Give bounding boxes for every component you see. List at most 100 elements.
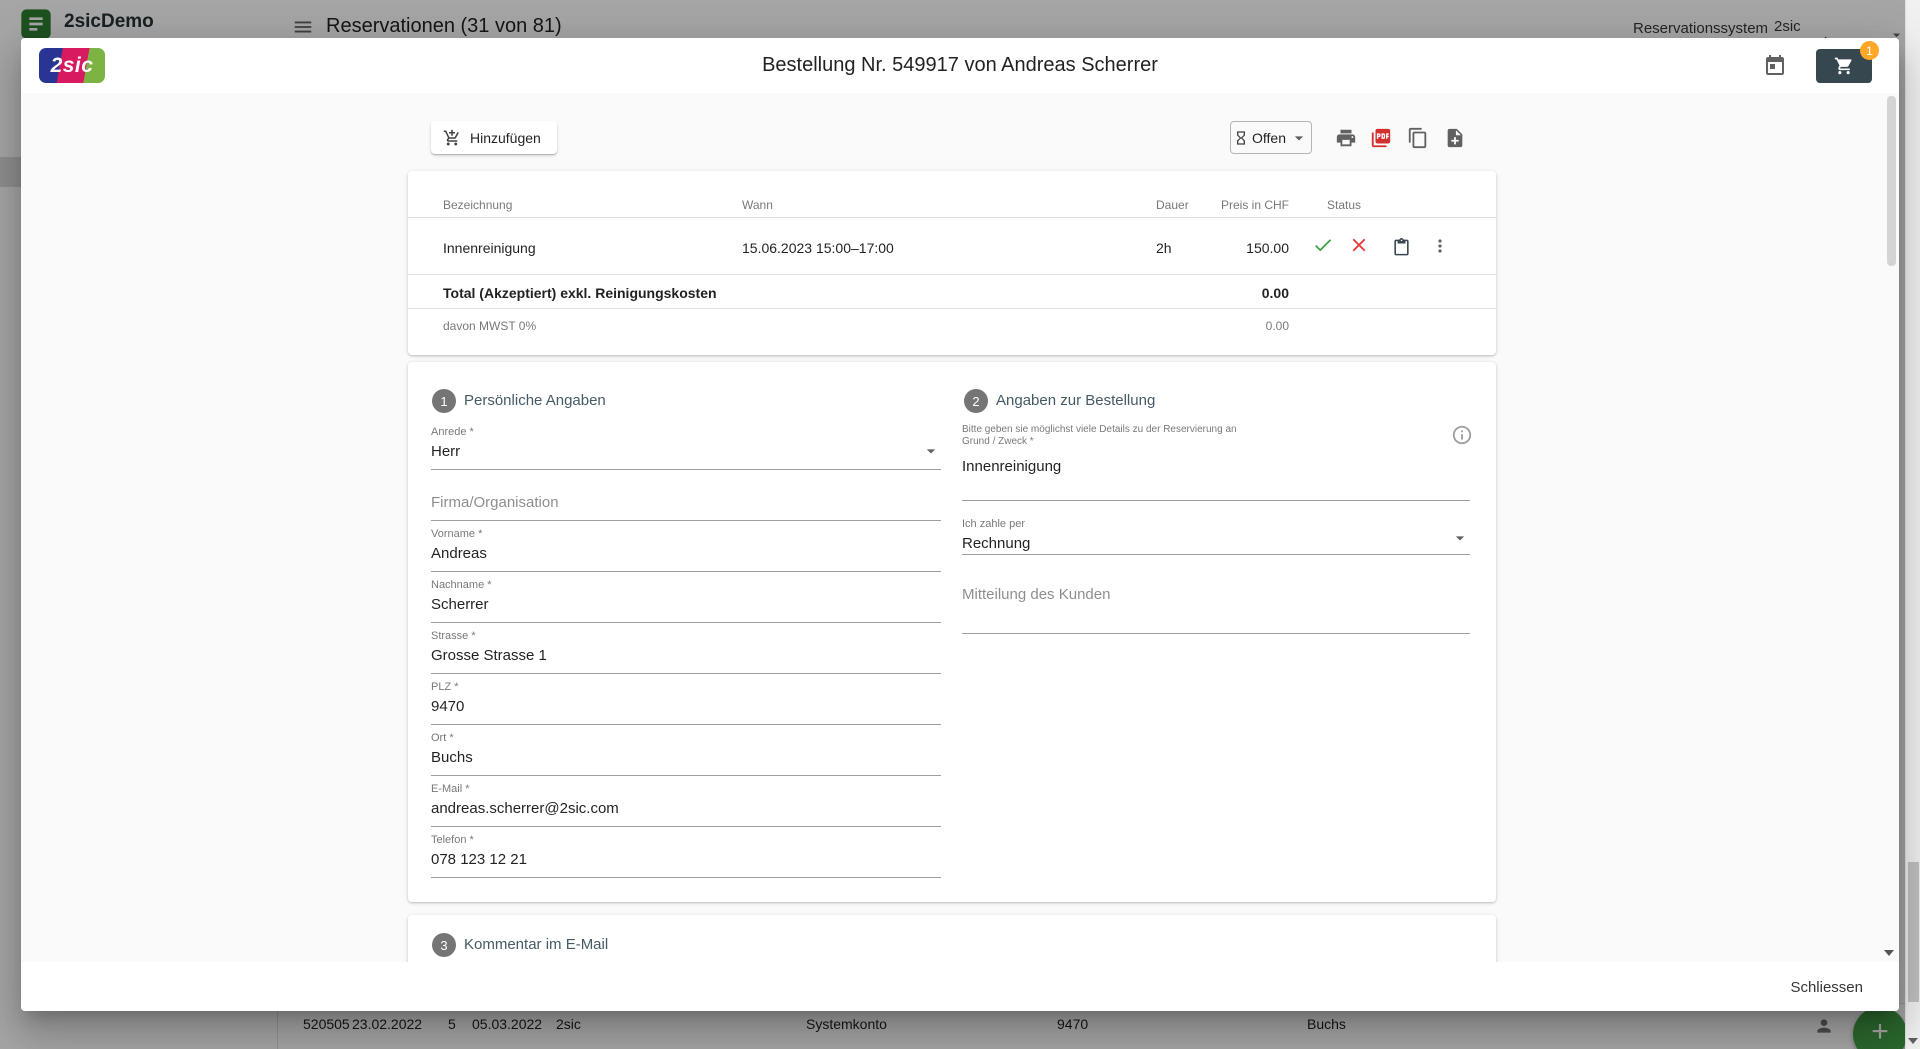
plz-field[interactable]: PLZ * 9470 xyxy=(431,681,941,725)
customer-message-field[interactable]: Mitteilung des Kunden xyxy=(962,586,1110,603)
pdf-icon[interactable] xyxy=(1370,127,1392,149)
section-1-title: Persönliche Angaben xyxy=(464,392,606,409)
col-header-dauer: Dauer xyxy=(1156,198,1189,212)
field-label: Ort * xyxy=(431,732,941,745)
reason-label: Bitte geben sie möglichst viele Details … xyxy=(962,424,1237,448)
2sic-logo: 2sic xyxy=(39,48,105,83)
telefon-field[interactable]: Telefon * 078 123 12 21 xyxy=(431,834,941,878)
calendar-icon[interactable] xyxy=(1763,54,1787,78)
field-underline xyxy=(431,877,941,878)
field-underline xyxy=(431,724,941,725)
field-value: Herr xyxy=(431,443,941,460)
field-label: Vorname * xyxy=(431,528,941,541)
cart-badge: 1 xyxy=(1860,41,1879,60)
field-value: Andreas xyxy=(431,545,941,562)
print-icon[interactable] xyxy=(1335,127,1357,149)
dialog-title: Bestellung Nr. 549917 von Andreas Scherr… xyxy=(21,38,1899,93)
field-value: 078 123 12 21 xyxy=(431,851,941,868)
more-vert-icon[interactable] xyxy=(1430,234,1454,258)
section-2-badge: 2 xyxy=(964,389,988,413)
field-value: Rechnung xyxy=(962,535,1470,552)
chevron-down-icon[interactable] xyxy=(1450,528,1470,548)
firma-field[interactable]: Firma/Organisation xyxy=(431,477,941,521)
dialog-scrollbar-thumb[interactable] xyxy=(1887,96,1896,266)
field-underline xyxy=(431,520,941,521)
add-item-label: Hinzufügen xyxy=(470,130,541,146)
field-underline xyxy=(962,633,1470,634)
page-scrollbar-thumb[interactable] xyxy=(1908,862,1919,1002)
cart-icon xyxy=(1834,56,1854,76)
field-underline xyxy=(431,673,941,674)
field-label: Nachname * xyxy=(431,579,941,592)
cart-button[interactable]: 1 xyxy=(1816,49,1872,83)
copy-icon[interactable] xyxy=(1407,127,1429,149)
field-placeholder: Firma/Organisation xyxy=(431,494,941,511)
field-value: 9470 xyxy=(431,698,941,715)
field-label: PLZ * xyxy=(431,681,941,694)
field-value: Scherrer xyxy=(431,596,941,613)
vorname-field[interactable]: Vorname * Andreas xyxy=(431,528,941,572)
anrede-field[interactable]: Anrede * Herr xyxy=(431,426,941,470)
field-label: E-Mail * xyxy=(431,783,941,796)
email-field[interactable]: E-Mail * andreas.scherrer@2sic.com xyxy=(431,783,941,827)
field-underline xyxy=(431,826,941,827)
divider xyxy=(408,308,1496,309)
field-label: Telefon * xyxy=(431,834,941,847)
note-add-icon[interactable] xyxy=(1444,127,1466,149)
status-dropdown[interactable]: Offen xyxy=(1230,121,1312,154)
chevron-down-icon xyxy=(1289,128,1309,148)
section-2-title: Angaben zur Bestellung xyxy=(996,392,1155,409)
vat-value: 0.00 xyxy=(1266,319,1289,333)
field-value: Buchs xyxy=(431,749,941,766)
cell-dauer: 2h xyxy=(1156,240,1172,256)
page-scrollbar[interactable] xyxy=(1905,0,1920,1049)
field-underline xyxy=(431,775,941,776)
reject-close-icon[interactable] xyxy=(1348,233,1372,257)
cell-bezeichnung: Innenreinigung xyxy=(443,240,536,256)
total-label: Total (Akzeptiert) exkl. Reinigungskoste… xyxy=(443,285,717,301)
col-header-preis: Preis in CHF xyxy=(1221,198,1289,212)
order-items-card: Bezeichnung Wann Dauer Preis in CHF Stat… xyxy=(408,171,1496,355)
dialog-content: Hinzufügen Offen Bezeichnung W xyxy=(21,93,1899,962)
chevron-down-icon[interactable] xyxy=(921,441,941,461)
field-value: Grosse Strasse 1 xyxy=(431,647,941,664)
field-underline xyxy=(431,622,941,623)
field-label: Strasse * xyxy=(431,630,941,643)
nachname-field[interactable]: Nachname * Scherrer xyxy=(431,579,941,623)
field-underline xyxy=(962,554,1470,555)
col-header-status: Status xyxy=(1327,198,1361,212)
col-header-wann: Wann xyxy=(742,198,773,212)
clipboard-icon[interactable] xyxy=(1392,235,1416,259)
col-header-bezeichnung: Bezeichnung xyxy=(443,198,512,212)
section-3-title: Kommentar im E-Mail xyxy=(464,936,608,953)
info-icon[interactable] xyxy=(1451,424,1473,446)
field-underline xyxy=(962,500,1470,501)
hourglass-icon xyxy=(1233,130,1249,146)
field-underline xyxy=(431,571,941,572)
cell-preis: 150.00 xyxy=(1246,240,1289,256)
cell-wann: 15.06.2023 15:00–17:00 xyxy=(742,240,894,256)
close-button[interactable]: Schliessen xyxy=(1776,970,1877,1004)
strasse-field[interactable]: Strasse * Grosse Strasse 1 xyxy=(431,630,941,674)
reason-field[interactable]: Innenreinigung xyxy=(962,458,1061,475)
field-label: Anrede * xyxy=(431,426,941,439)
total-value: 0.00 xyxy=(1262,285,1289,301)
divider xyxy=(408,274,1496,275)
add-item-button[interactable]: Hinzufügen xyxy=(431,121,557,154)
comment-section-card: 3 Kommentar im E-Mail xyxy=(408,915,1496,962)
customer-form-card: 1 Persönliche Angaben Anrede * Herr Firm… xyxy=(408,362,1496,902)
dialog-header: 2sic Bestellung Nr. 549917 von Andreas S… xyxy=(21,38,1899,93)
payment-method-field[interactable]: Ich zahle per Rechnung xyxy=(962,518,1470,555)
dialog-footer: Schliessen xyxy=(21,962,1899,1011)
field-label: Ich zahle per xyxy=(962,518,1470,531)
order-dialog: 2sic Bestellung Nr. 549917 von Andreas S… xyxy=(21,38,1899,1011)
field-underline xyxy=(431,469,941,470)
status-label: Offen xyxy=(1252,130,1286,146)
field-value: andreas.scherrer@2sic.com xyxy=(431,800,941,817)
accept-check-icon[interactable] xyxy=(1312,233,1336,257)
vat-label: davon MWST 0% xyxy=(443,319,536,333)
divider xyxy=(408,217,1496,218)
dialog-scrollbar-down-arrow[interactable] xyxy=(1884,950,1894,956)
ort-field[interactable]: Ort * Buchs xyxy=(431,732,941,776)
page-scrollbar-down-arrow[interactable] xyxy=(1908,1038,1918,1044)
